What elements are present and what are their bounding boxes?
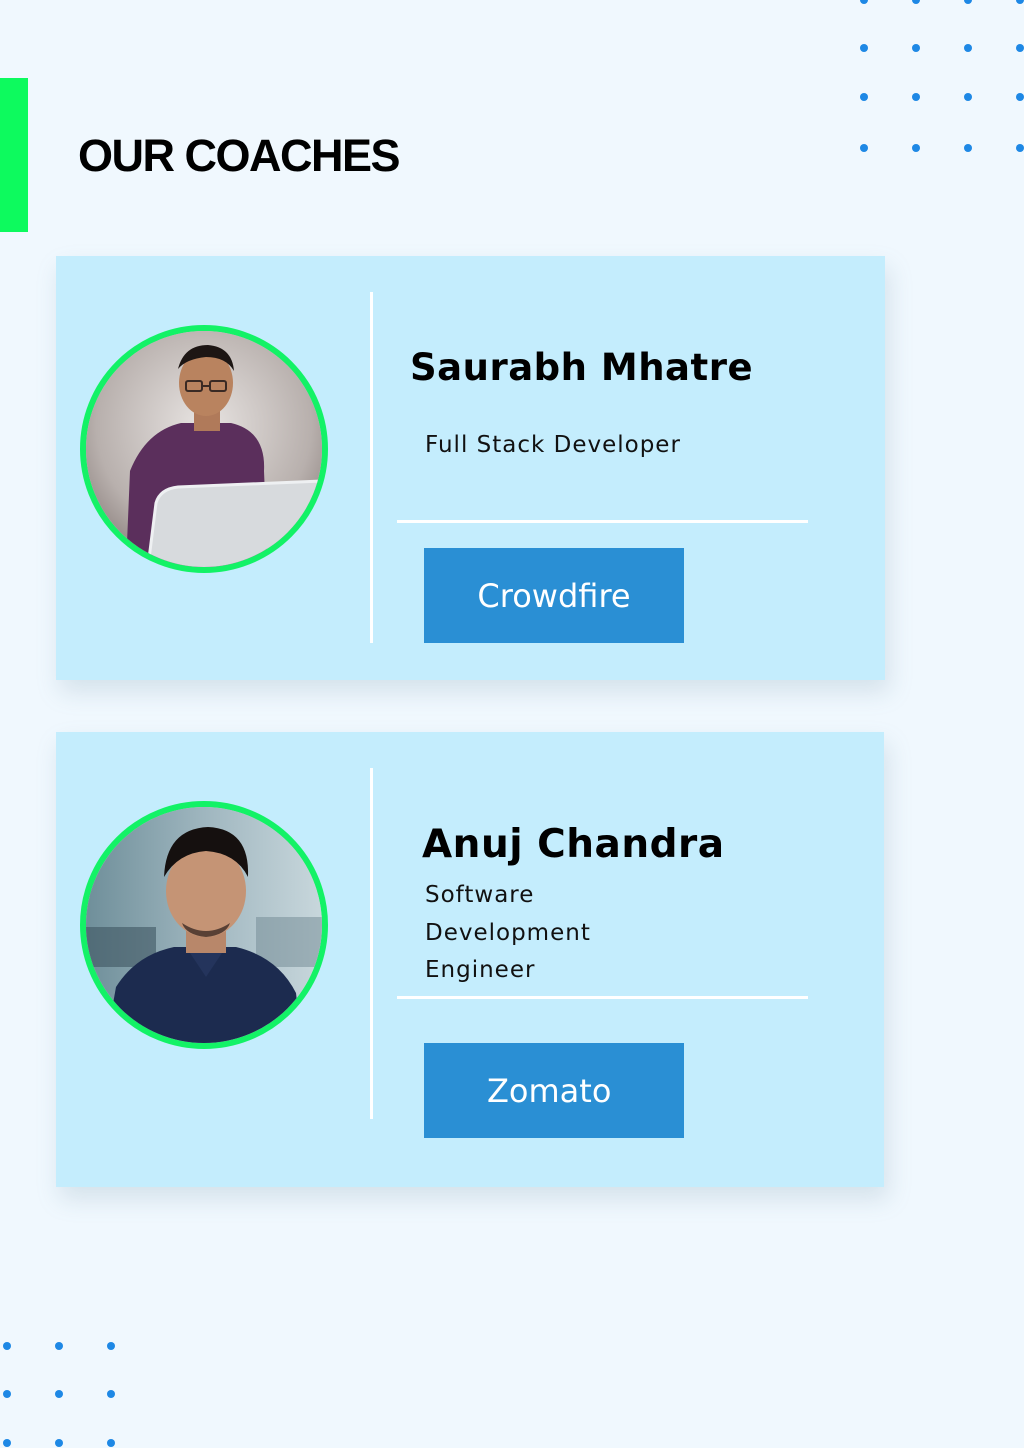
decorative-dot [3,1390,11,1398]
decorative-dot [860,0,868,4]
coach-role: Full Stack Developer [425,432,681,458]
decorative-dot [964,0,972,4]
vertical-divider [370,292,373,643]
decorative-dot [912,144,920,152]
coach-card: Saurabh Mhatre Full Stack Developer Crow… [56,256,885,680]
company-button[interactable]: Zomato [424,1043,684,1138]
accent-bar [0,78,28,232]
decorative-dot [964,44,972,52]
decorative-dot [964,93,972,101]
company-button[interactable]: Crowdfire [424,548,684,643]
decorative-dot [912,93,920,101]
coach-role: Software Development Engineer [425,882,591,983]
coach-name: Saurabh Mhatre [410,346,754,389]
decorative-dot [860,93,868,101]
vertical-divider [370,768,373,1119]
decorative-dot [3,1439,11,1447]
decorative-dot [107,1390,115,1398]
horizontal-divider [397,996,808,999]
decorative-dot [55,1342,63,1350]
decorative-dot [1016,44,1024,52]
decorative-dot [1016,0,1024,4]
decorative-dot [964,144,972,152]
coach-photo [80,325,328,573]
decorative-dot [55,1390,63,1398]
decorative-dot [860,44,868,52]
coach-card: Anuj Chandra Software Development Engine… [56,732,884,1187]
decorative-dot [1016,93,1024,101]
decorative-dot [912,0,920,4]
decorative-dot [912,44,920,52]
coach-photo [80,801,328,1049]
horizontal-divider [397,520,808,523]
decorative-dot [1016,144,1024,152]
decorative-dot [860,144,868,152]
decorative-dot [107,1439,115,1447]
coach-name: Anuj Chandra [422,822,725,867]
decorative-dot [55,1439,63,1447]
decorative-dot [107,1342,115,1350]
page-title: OUR COACHES [78,130,401,181]
decorative-dot [3,1342,11,1350]
